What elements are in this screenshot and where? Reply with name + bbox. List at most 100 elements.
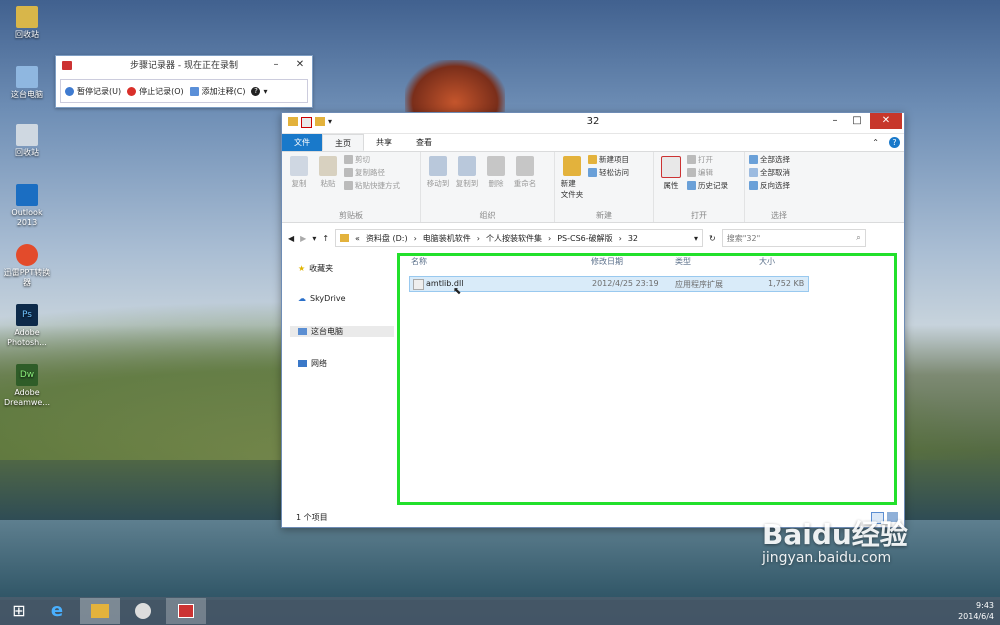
maximize-button[interactable]: □: [846, 113, 868, 129]
watermark-brand: Baidu经验: [762, 518, 908, 551]
desktop-icon-ppt-converter[interactable]: 迅雷PPT转换器: [0, 244, 54, 288]
minimize-button[interactable]: –: [824, 113, 846, 129]
nav-item-network[interactable]: 网络: [298, 358, 327, 369]
refresh-button[interactable]: ↻: [709, 234, 716, 243]
add-comment-button[interactable]: 添加注释(C): [189, 86, 245, 97]
forward-button[interactable]: ▶: [300, 234, 306, 243]
start-button[interactable]: ⊞: [0, 598, 38, 624]
edit-button[interactable]: 编辑: [687, 167, 728, 178]
breadcrumb-separator: ›: [413, 233, 417, 243]
up-button[interactable]: ↑: [322, 234, 329, 243]
nav-item-this-pc[interactable]: 这台电脑: [290, 326, 394, 337]
breadcrumb-folder[interactable]: PS-CS6-破解版: [557, 233, 612, 244]
address-bar-row: ◀ ▶ ▾ ↑ « 资料盘 (D:) › 电脑装机软件 › 个人按装软件集 › PS-…: [282, 227, 904, 249]
breadcrumb-drive[interactable]: 资料盘 (D:): [366, 233, 408, 244]
desktop-icon-outlook[interactable]: Outlook 2013: [0, 184, 54, 228]
breadcrumb-overflow[interactable]: «: [355, 234, 360, 243]
new-item-icon: [588, 155, 597, 164]
nav-label: 这台电脑: [311, 327, 343, 336]
nav-label: SkyDrive: [310, 294, 346, 303]
stop-record-button[interactable]: 停止记录(O): [127, 86, 184, 97]
tab-share[interactable]: 共享: [364, 134, 404, 151]
chevron-down-icon: ▾: [263, 86, 268, 96]
file-date: 2012/4/25 23:19: [592, 279, 659, 288]
column-header-type[interactable]: 类型: [675, 256, 691, 267]
folder-icon: [340, 234, 350, 242]
file-list: 名称 修改日期 类型 大小 amtlib.dll 2012/4/25 23:19…: [399, 252, 899, 502]
select-none-button[interactable]: 全部取消: [749, 167, 790, 178]
paste-shortcut-label: 粘贴快捷方式: [355, 181, 400, 190]
new-group: 新建 文件夹 新建项目 轻松访问 新建: [555, 152, 654, 222]
back-button[interactable]: ◀: [288, 234, 294, 243]
file-explorer-window[interactable]: ▾ 32 – □ ✕ 文件 主页 共享 查看 ⌃ ? 复制 粘贴 剪切 复制路径…: [281, 112, 905, 528]
steps-recorder-title: 步骤记录器 - 现在正在录制: [130, 61, 238, 71]
explorer-content: ★ 收藏夹 ☁ SkyDrive 这台电脑 网络 名称 修改日期 类型 大小 amt…: [282, 252, 904, 502]
address-bar[interactable]: « 资料盘 (D:) › 电脑装机软件 › 个人按装软件集 › PS-CS6-破解版 ›…: [335, 229, 704, 247]
breadcrumb-folder[interactable]: 电脑装机软件: [423, 233, 471, 244]
chevron-down-icon[interactable]: ▾: [694, 234, 698, 243]
pause-record-button[interactable]: 暂停记录(U): [65, 86, 121, 97]
new-item-button[interactable]: 新建项目: [588, 154, 629, 165]
tab-file[interactable]: 文件: [282, 134, 322, 151]
taskbar-ie[interactable]: e: [38, 598, 76, 624]
column-header-date[interactable]: 修改日期: [591, 256, 623, 267]
stop-label: 停止记录(O): [139, 86, 184, 96]
system-tray[interactable]: 9:43 2014/6/4: [958, 600, 994, 622]
invert-selection-button[interactable]: 反向选择: [749, 180, 790, 191]
close-button[interactable]: ✕: [288, 56, 312, 74]
table-row[interactable]: amtlib.dll 2012/4/25 23:19 应用程序扩展 1,752 …: [409, 276, 809, 292]
tab-home[interactable]: 主页: [322, 134, 364, 151]
history-button[interactable]: 历史记录: [687, 180, 728, 191]
cut-button[interactable]: 剪切: [344, 154, 400, 165]
tab-view[interactable]: 查看: [404, 134, 444, 151]
nav-item-skydrive[interactable]: ☁ SkyDrive: [298, 294, 346, 303]
steps-recorder-window[interactable]: 步骤记录器 - 现在正在录制 – ✕ 暂停记录(U) 停止记录(O) 添加注释(…: [55, 55, 313, 108]
taskbar-app[interactable]: [124, 598, 162, 624]
rename-icon: [516, 156, 534, 176]
open-label: 打开: [698, 155, 713, 164]
cloud-icon: ☁: [298, 294, 306, 303]
search-input[interactable]: 搜索"32" ⌕: [721, 229, 866, 247]
close-button[interactable]: ✕: [870, 113, 902, 129]
column-header-size[interactable]: 大小: [759, 256, 775, 267]
open-button[interactable]: 打开: [687, 154, 728, 165]
easy-access-button[interactable]: 轻松访问: [588, 167, 629, 178]
breadcrumb-folder[interactable]: 个人按装软件集: [486, 233, 542, 244]
desktop-icon-dreamweaver[interactable]: Dw Adobe Dreamwe...: [0, 364, 54, 408]
select-group: 全部选择 全部取消 反向选择 选择: [745, 152, 813, 222]
select-none-label: 全部取消: [760, 168, 790, 177]
copy-path-icon: [344, 168, 353, 177]
copy-path-button[interactable]: 复制路径: [344, 167, 400, 178]
taskbar-steps-recorder[interactable]: [166, 598, 206, 624]
desktop-icon-trash[interactable]: 回收站: [0, 124, 54, 158]
breadcrumb-separator: ›: [476, 233, 480, 243]
recent-locations-button[interactable]: ▾: [312, 234, 316, 243]
search-icon: ⌕: [856, 233, 861, 242]
help-button[interactable]: ? ▾: [251, 86, 268, 96]
app-icon: [135, 602, 151, 619]
group-label: 选择: [771, 211, 787, 220]
desktop-icon-photoshop[interactable]: Ps Adobe Photosh...: [0, 304, 54, 348]
open-icon: [687, 155, 696, 164]
select-all-button[interactable]: 全部选择: [749, 154, 790, 165]
column-header-name[interactable]: 名称: [411, 256, 427, 267]
move-to-icon: [429, 156, 447, 176]
desktop-icon-recycle[interactable]: 回收站: [0, 6, 54, 40]
desktop-icon-this-pc[interactable]: 这台电脑: [0, 66, 54, 100]
minimize-button[interactable]: –: [264, 56, 288, 74]
breadcrumb-current[interactable]: 32: [628, 234, 638, 243]
watermark-url: jingyan.baidu.com: [762, 550, 892, 566]
taskbar-explorer[interactable]: [80, 598, 120, 624]
nav-item-favorites[interactable]: ★ 收藏夹: [298, 263, 333, 274]
window-title: 32: [586, 116, 600, 127]
paste-shortcut-button[interactable]: 粘贴快捷方式: [344, 180, 400, 191]
chevron-up-icon[interactable]: ⌃: [872, 134, 879, 151]
steps-recorder-titlebar[interactable]: 步骤记录器 - 现在正在录制 – ✕: [56, 56, 312, 76]
comment-icon: [189, 86, 199, 96]
copy-path-label: 复制路径: [355, 168, 385, 177]
explorer-titlebar[interactable]: ▾ 32 – □ ✕: [282, 113, 904, 134]
help-icon[interactable]: ?: [889, 137, 900, 148]
history-icon: [687, 181, 696, 190]
delete-icon: [487, 156, 505, 176]
desktop: 回收站 这台电脑 回收站 Outlook 2013 迅雷PPT转换器 Ps Ad…: [0, 0, 1000, 625]
